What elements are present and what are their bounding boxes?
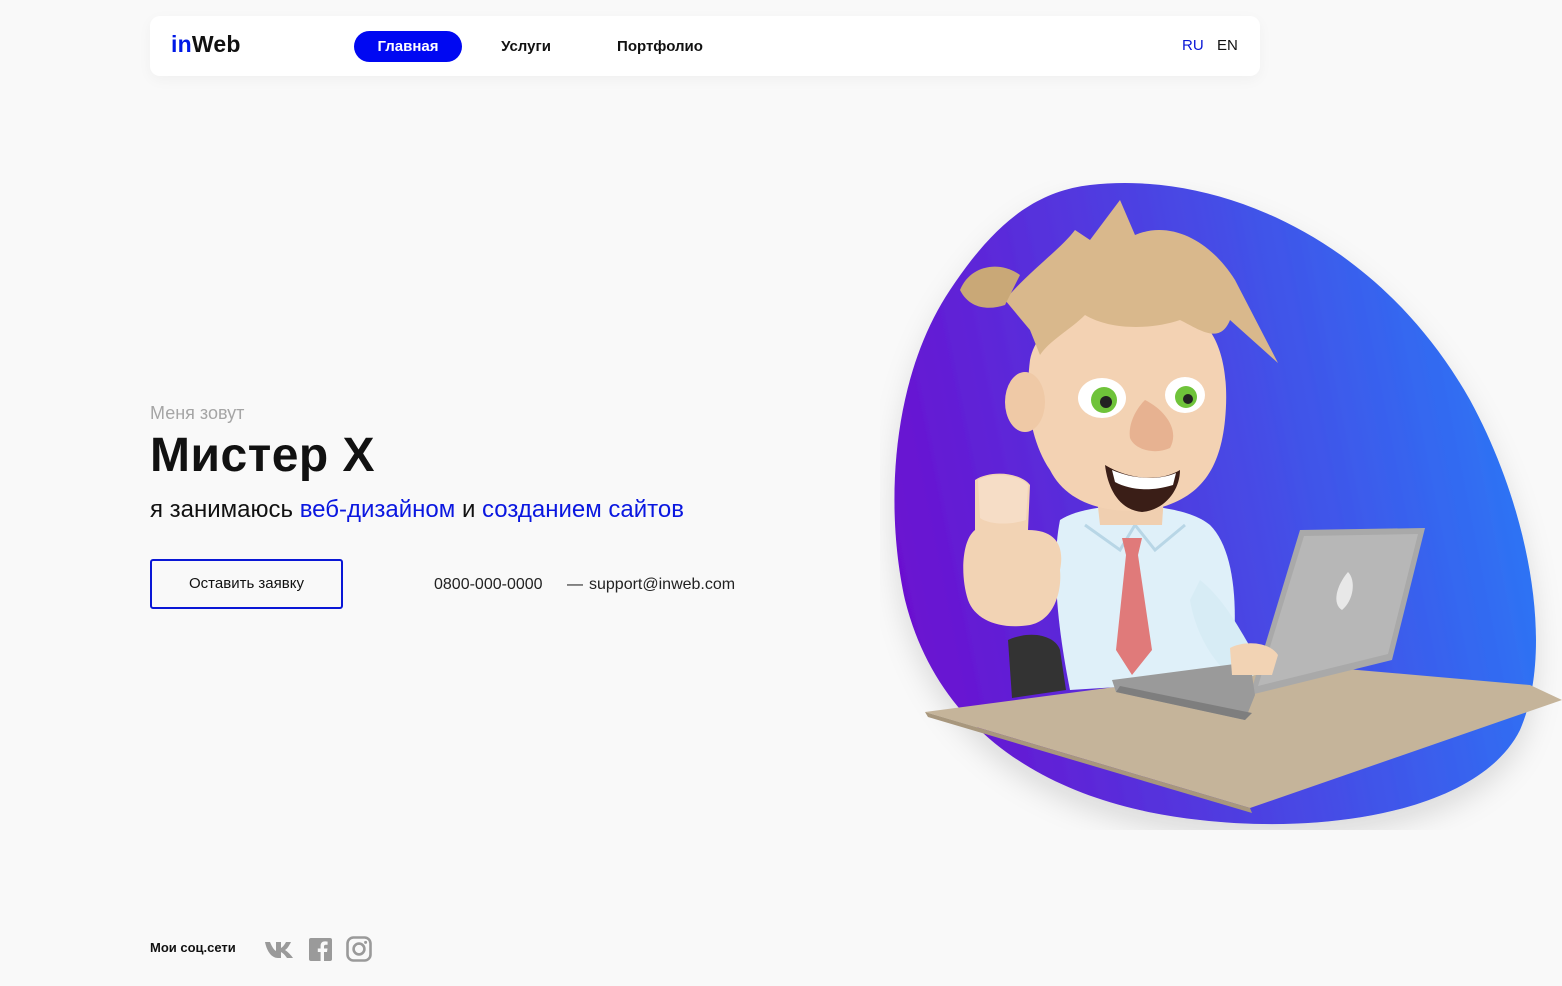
facebook-icon[interactable] bbox=[309, 936, 332, 962]
vk-icon[interactable] bbox=[264, 936, 296, 962]
request-button[interactable]: Оставить заявку bbox=[150, 559, 343, 609]
hero-title: Мистер X bbox=[150, 429, 376, 482]
logo[interactable]: inWeb bbox=[171, 31, 241, 58]
contact-separator: — bbox=[567, 576, 583, 593]
email-link[interactable]: support@inweb.com bbox=[589, 576, 735, 594]
intro-text: Меня зовут bbox=[150, 403, 245, 423]
lang-ru[interactable]: RU bbox=[1182, 37, 1204, 54]
tagline-start: я занимаюсь bbox=[150, 496, 300, 523]
nav-home[interactable]: Главная bbox=[354, 31, 462, 62]
instagram-icon[interactable] bbox=[346, 936, 372, 962]
tagline-sites: созданием сайтов bbox=[482, 496, 684, 523]
top-navbar: inWeb Главная Услуги Портфолио RU EN bbox=[150, 16, 1260, 76]
nav-services[interactable]: Услуги bbox=[490, 31, 562, 62]
tagline-webdesign: веб-дизайном bbox=[299, 496, 456, 523]
social-label: Мои соц.сети bbox=[150, 940, 236, 955]
phone-link[interactable]: 0800-000-0000 bbox=[434, 576, 543, 594]
tagline-mid: и bbox=[455, 496, 483, 523]
logo-web: Web bbox=[191, 31, 241, 57]
hero-tagline: я занимаюсь веб-дизайном и созданием сай… bbox=[150, 496, 684, 524]
hero-illustration bbox=[894, 183, 1562, 825]
logo-in: in bbox=[171, 31, 192, 57]
nav-portfolio[interactable]: Портфолио bbox=[608, 31, 712, 62]
lang-en[interactable]: EN bbox=[1217, 37, 1238, 54]
